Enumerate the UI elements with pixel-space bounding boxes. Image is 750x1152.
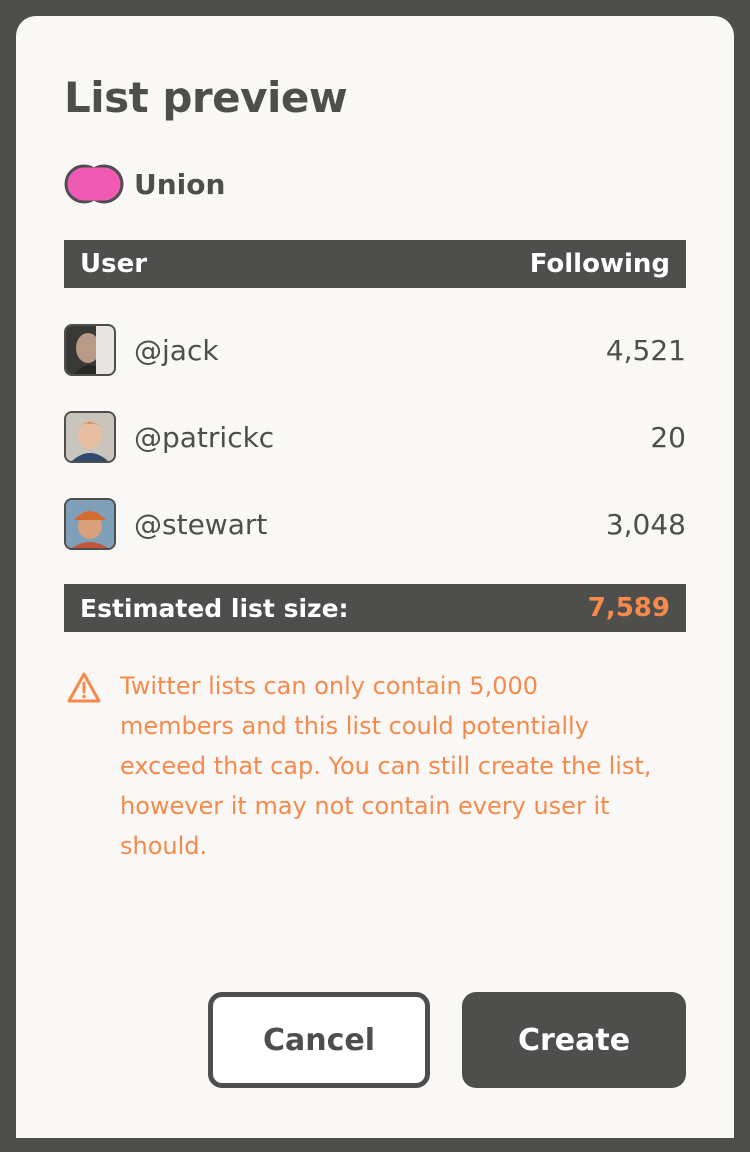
following-count: 20 — [650, 420, 686, 454]
following-count: 3,048 — [605, 507, 686, 541]
user-handle: @jack — [134, 333, 219, 367]
user-handle: @patrickc — [134, 420, 275, 454]
estimate-label: Estimated list size: — [80, 593, 349, 623]
union-icon — [64, 162, 126, 206]
avatar-patrickc — [64, 411, 116, 463]
table-row: @jack 4,521 — [64, 322, 686, 378]
avatar-jack — [64, 324, 116, 376]
create-button[interactable]: Create — [462, 992, 686, 1088]
table-row: @patrickc 20 — [64, 409, 686, 465]
avatar-stewart — [64, 498, 116, 550]
estimate-value: 7,589 — [587, 593, 670, 623]
dialog-title: List preview — [64, 73, 348, 122]
warning-triangle-icon — [66, 670, 102, 706]
user-handle: @stewart — [134, 507, 268, 541]
table-header: User Following — [64, 240, 686, 288]
warning-text: Twitter lists can only contain 5,000 mem… — [120, 672, 652, 860]
operation-indicator: Union — [64, 162, 225, 206]
warning-message: Twitter lists can only contain 5,000 mem… — [66, 666, 656, 866]
list-preview-dialog: List preview Union User Following @jack … — [16, 16, 734, 1138]
cancel-button[interactable]: Cancel — [208, 992, 430, 1088]
column-header-user: User — [80, 249, 148, 279]
following-count: 4,521 — [605, 333, 686, 367]
estimated-list-size: Estimated list size: 7,589 — [64, 584, 686, 632]
table-row: @stewart 3,048 — [64, 496, 686, 552]
column-header-following: Following — [529, 249, 670, 279]
operation-label: Union — [134, 167, 226, 201]
